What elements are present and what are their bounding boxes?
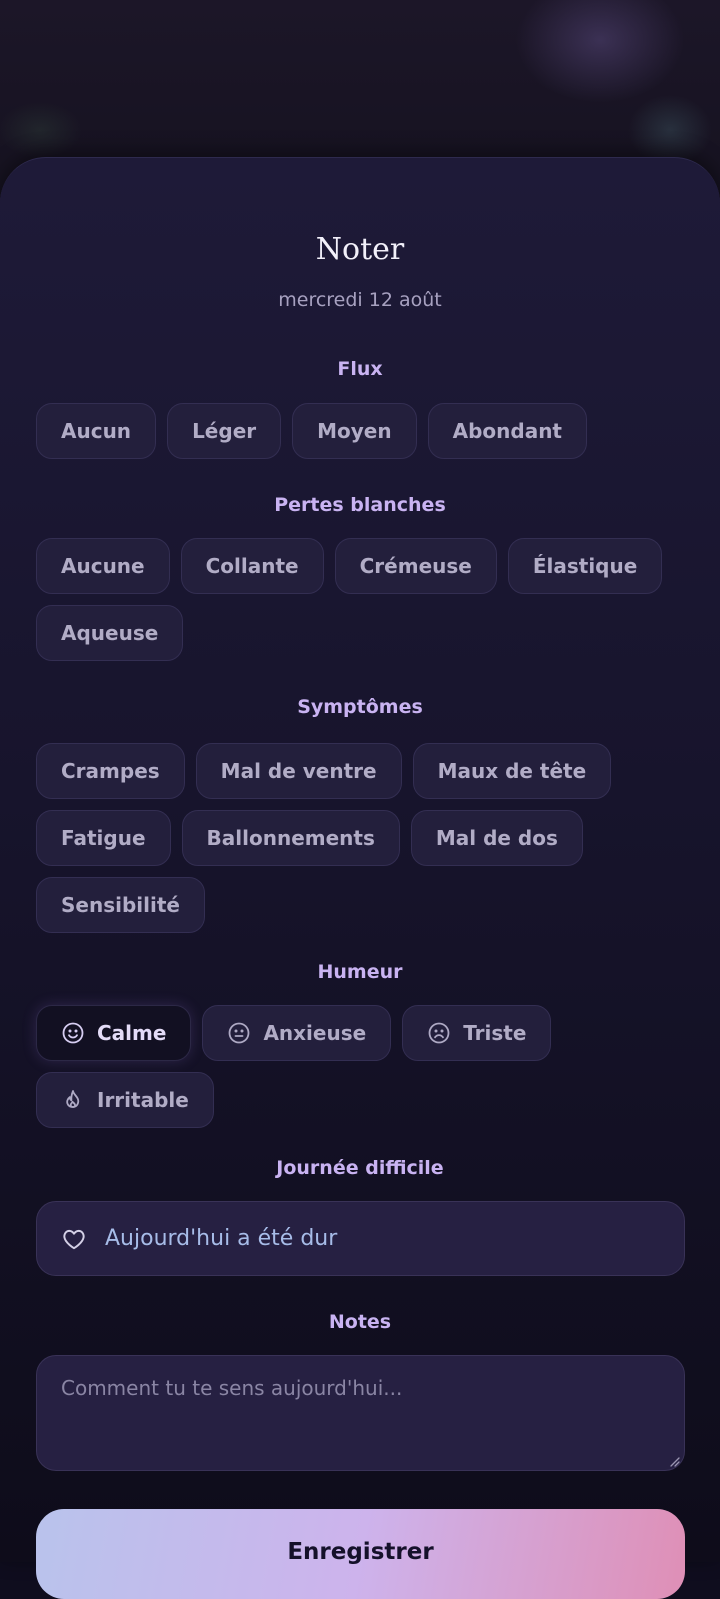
discharge-section-title: Pertes blanches [274,494,446,516]
sheet-title: Noter [315,232,405,267]
mood-option-label: Irritable [97,1088,189,1112]
mood-option-label: Triste [463,1021,527,1045]
discharge-option-watery[interactable]: Aqueuse [36,605,184,661]
symptom-options: Crampes Mal de ventre Maux de tête Fatig… [36,743,686,933]
sad-face-icon [427,1021,451,1045]
discharge-option-none[interactable]: Aucune [36,538,170,594]
notes-section-title: Notes [328,1311,392,1333]
symptom-option-bloating[interactable]: Ballonnements [181,810,400,866]
flame-icon [61,1088,85,1112]
sheet-date: mercredi 12 août [278,289,442,311]
flow-option-medium[interactable]: Moyen [292,403,417,459]
symptom-option-stomach-ache[interactable]: Mal de ventre [195,743,402,799]
smile-icon [61,1021,85,1045]
discharge-option-sticky[interactable]: Collante [180,538,324,594]
hard-day-toggle[interactable]: Aujourd'hui a été dur [36,1201,685,1276]
mood-option-anxious[interactable]: Anxieuse [202,1005,392,1061]
mood-option-label: Anxieuse [263,1021,367,1045]
neutral-face-icon [227,1021,251,1045]
symptom-option-tenderness[interactable]: Sensibilité [36,877,205,933]
flow-options: Aucun Léger Moyen Abondant [36,403,686,459]
mood-option-irritable[interactable]: Irritable [36,1072,214,1128]
discharge-option-stretchy[interactable]: Élastique [507,538,663,594]
symptom-option-cramps[interactable]: Crampes [36,743,185,799]
save-button[interactable]: Enregistrer [36,1509,685,1599]
notes-textarea[interactable] [36,1355,685,1471]
mood-section-title: Humeur [317,961,403,983]
symptom-option-headache[interactable]: Maux de tête [412,743,612,799]
resize-handle-icon[interactable] [668,1455,680,1467]
symptoms-section-title: Symptômes [297,696,423,718]
flow-option-none[interactable]: Aucun [36,403,157,459]
symptom-option-back-pain[interactable]: Mal de dos [410,810,583,866]
flow-option-light[interactable]: Léger [167,403,282,459]
heart-icon [61,1226,87,1252]
discharge-option-creamy[interactable]: Crémeuse [334,538,497,594]
discharge-options: Aucune Collante Crémeuse Élastique Aqueu… [36,538,686,661]
hard-day-section-title: Journée difficile [276,1157,444,1179]
mood-options: Calme Anxieuse Triste Irritable [36,1005,686,1128]
hard-day-label: Aujourd'hui a été dur [105,1226,338,1251]
mood-option-label: Calme [97,1021,167,1045]
mood-option-sad[interactable]: Triste [402,1005,552,1061]
mood-option-calm[interactable]: Calme [36,1005,192,1061]
flow-section-title: Flux [337,358,383,380]
symptom-option-fatigue[interactable]: Fatigue [36,810,171,866]
save-button-label: Enregistrer [287,1539,434,1565]
flow-option-heavy[interactable]: Abondant [427,403,587,459]
